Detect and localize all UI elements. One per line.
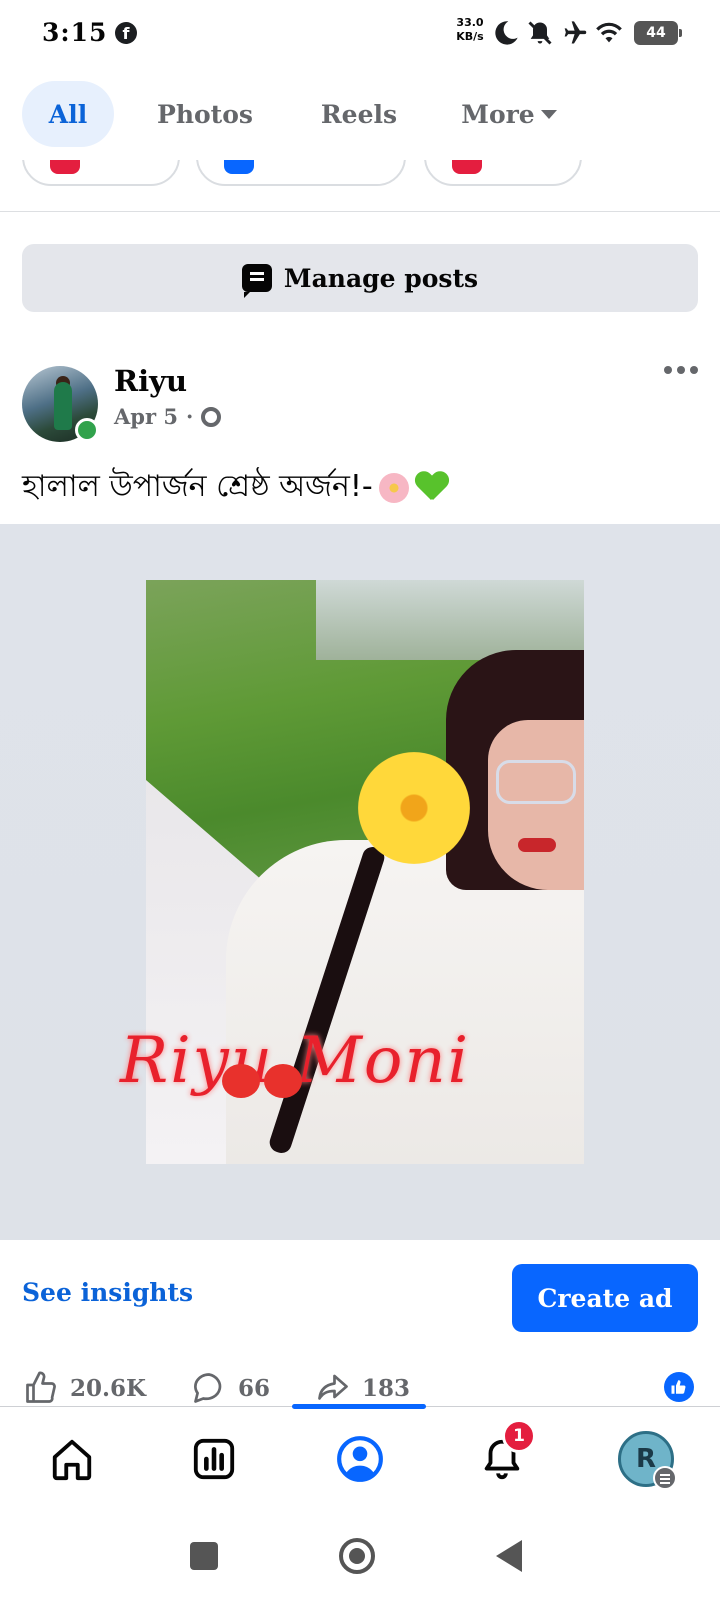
like-count: 20.6K — [70, 1374, 147, 1402]
like-button[interactable]: 20.6K — [22, 1370, 146, 1406]
menu-profile-initial: R — [635, 1444, 657, 1474]
moon-icon — [495, 21, 518, 45]
post-caption-text: হালাল উপার্জন শ্রেষ্ঠ অর্জন!- — [22, 469, 373, 504]
photo-glasses — [496, 760, 576, 804]
post-photo-container[interactable]: Riyu Moni — [0, 524, 720, 1240]
create-ad-button[interactable]: Create ad — [512, 1264, 698, 1332]
recent-apps-button[interactable] — [190, 1542, 218, 1570]
status-bar: 3:15 f 33.0 KB/s 44 — [0, 0, 720, 66]
post-date[interactable]: Apr 5 — [114, 404, 178, 429]
status-icons: 44 — [492, 16, 682, 50]
nav-home[interactable] — [42, 1429, 102, 1489]
channel-icon — [224, 160, 254, 174]
create-chips-row — [0, 160, 720, 212]
battery-icon: 44 — [634, 21, 682, 45]
photo-lips — [518, 838, 556, 852]
like-reaction-badge[interactable] — [664, 1372, 694, 1402]
bottom-navigation: 1 R — [0, 1404, 720, 1516]
reel-icon — [50, 160, 80, 174]
manage-posts-button[interactable]: Manage posts — [22, 244, 698, 312]
comment-button[interactable]: 66 — [190, 1370, 270, 1406]
tab-reels[interactable]: Reels — [314, 81, 404, 147]
facebook-notification-icon: f — [115, 22, 137, 44]
post-meta: Apr 5 · — [114, 404, 222, 429]
photo-face — [488, 720, 584, 890]
share-button[interactable]: 183 — [314, 1370, 410, 1406]
caret-down-icon — [540, 109, 557, 119]
nav-notifications[interactable]: 1 — [472, 1419, 536, 1489]
profile-filter-tabs: All Photos Reels More — [0, 80, 720, 148]
post-meta-separator: · — [185, 404, 194, 429]
wifi-icon — [596, 22, 622, 43]
comment-bubble-icon — [194, 1373, 222, 1403]
profile-icon — [337, 1436, 383, 1482]
post-options-button[interactable] — [664, 366, 698, 374]
online-status-indicator — [75, 418, 99, 442]
professional-dashboard-icon — [193, 1438, 235, 1480]
comment-count: 66 — [238, 1374, 271, 1402]
nav-profile[interactable] — [330, 1429, 390, 1489]
network-speed-unit: KB/s — [456, 30, 484, 43]
post-author-name[interactable]: Riyu — [114, 364, 187, 398]
active-tab-indicator — [292, 1404, 426, 1409]
back-button[interactable] — [496, 1540, 522, 1572]
menu-profile-avatar: R — [618, 1431, 677, 1490]
tab-more-label: More — [461, 99, 535, 129]
tab-photos[interactable]: Photos — [150, 81, 260, 147]
cherry-blossom-emoji-icon — [378, 472, 409, 503]
chip-channel[interactable] — [196, 160, 406, 186]
network-speed-value: 33.0 — [456, 16, 484, 29]
sunflower-icon — [358, 752, 470, 864]
nav-menu[interactable]: R — [616, 1429, 677, 1490]
more-dot-icon — [664, 366, 672, 374]
bell-off-icon — [528, 21, 552, 45]
network-speed: 33.0 KB/s — [450, 16, 490, 44]
status-time: 3:15 — [42, 18, 108, 47]
thumbs-up-icon — [26, 1371, 56, 1403]
chip-live[interactable] — [424, 160, 582, 186]
manage-posts-icon — [241, 264, 272, 298]
share-count: 183 — [362, 1374, 411, 1402]
home-icon — [52, 1439, 92, 1481]
chip-reel[interactable] — [22, 160, 180, 186]
airplane-icon — [564, 21, 587, 44]
nav-dashboard[interactable] — [184, 1429, 244, 1489]
privacy-gear-icon[interactable] — [201, 406, 222, 427]
more-dot-icon — [677, 366, 685, 374]
notification-count-badge: 1 — [502, 1419, 536, 1453]
hamburger-menu-icon — [653, 1466, 677, 1490]
avatar-figure — [54, 382, 72, 430]
green-heart-emoji-icon — [415, 472, 449, 504]
manage-posts-label: Manage posts — [283, 263, 479, 293]
share-arrow-icon — [318, 1374, 348, 1400]
post-reactions-row: 20.6K 66 183 — [22, 1368, 454, 1408]
see-insights-link[interactable]: See insights — [22, 1278, 193, 1307]
live-icon — [452, 160, 482, 174]
system-navigation-bar — [0, 1516, 720, 1600]
home-button[interactable] — [339, 1538, 375, 1574]
tab-more[interactable]: More — [454, 81, 564, 147]
more-dot-icon — [690, 366, 698, 374]
red-bow-icon — [222, 1054, 302, 1124]
tab-all[interactable]: All — [22, 81, 114, 147]
photo-hills — [316, 580, 584, 660]
post-caption: হালাল উপার্জন শ্রেষ্ঠ অর্জন!- — [22, 462, 449, 513]
like-reaction-icon — [671, 1380, 686, 1394]
